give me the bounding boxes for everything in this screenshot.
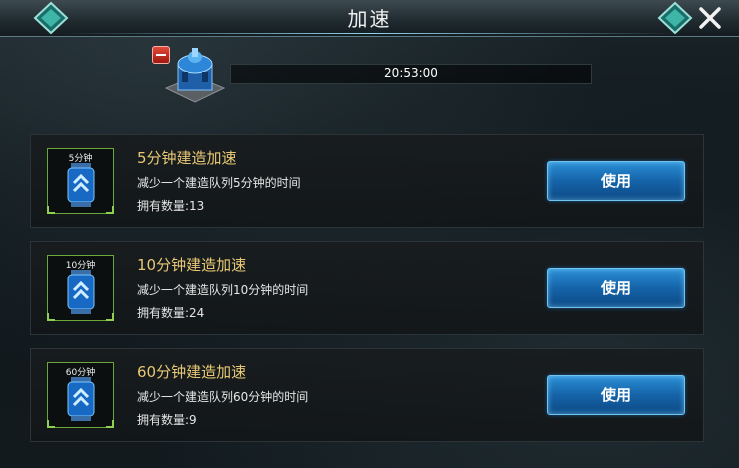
list-item: 10分钟 10分钟建造加速 减少一个建造队列10分钟的时间 拥有数量:24 使用	[30, 241, 704, 335]
cancel-build-button[interactable]	[152, 46, 170, 64]
item-count: 拥有数量:13	[137, 199, 205, 213]
close-button[interactable]	[694, 3, 726, 33]
item-name: 10分钟建造加速	[137, 256, 247, 274]
build-queue-panel: 20:53:00	[150, 44, 592, 106]
list-item: 60分钟 60分钟建造加速 减少一个建造队列60分钟的时间 拥有数量:9 使用	[30, 348, 704, 442]
building-icon	[162, 46, 228, 104]
use-button[interactable]: 使用	[547, 375, 685, 415]
item-icon: 5分钟	[47, 148, 114, 214]
dialog-title: 加速	[347, 7, 392, 31]
dialog-header: 加速	[0, 0, 739, 37]
item-name: 5分钟建造加速	[137, 149, 237, 167]
item-name: 60分钟建造加速	[137, 363, 247, 381]
item-description: 减少一个建造队列10分钟的时间	[137, 283, 309, 297]
item-count: 拥有数量:9	[137, 413, 197, 427]
speedup-canister-icon	[67, 163, 95, 207]
remaining-time: 20:53:00	[384, 66, 438, 80]
list-item: 5分钟 5分钟建造加速 减少一个建造队列5分钟的时间 拥有数量:13 使用	[30, 134, 704, 228]
close-icon	[699, 7, 721, 29]
item-icon: 60分钟	[47, 362, 114, 428]
use-button[interactable]: 使用	[547, 268, 685, 308]
use-button[interactable]: 使用	[547, 161, 685, 201]
speedup-canister-icon	[67, 377, 95, 421]
item-icon: 10分钟	[47, 255, 114, 321]
speedup-canister-icon	[67, 270, 95, 314]
build-progress-bar: 20:53:00	[230, 64, 592, 84]
item-description: 减少一个建造队列5分钟的时间	[137, 176, 301, 190]
item-count: 拥有数量:24	[137, 306, 205, 320]
item-description: 减少一个建造队列60分钟的时间	[137, 390, 309, 404]
gem-icon	[656, 0, 694, 36]
header-divider	[60, 33, 679, 34]
